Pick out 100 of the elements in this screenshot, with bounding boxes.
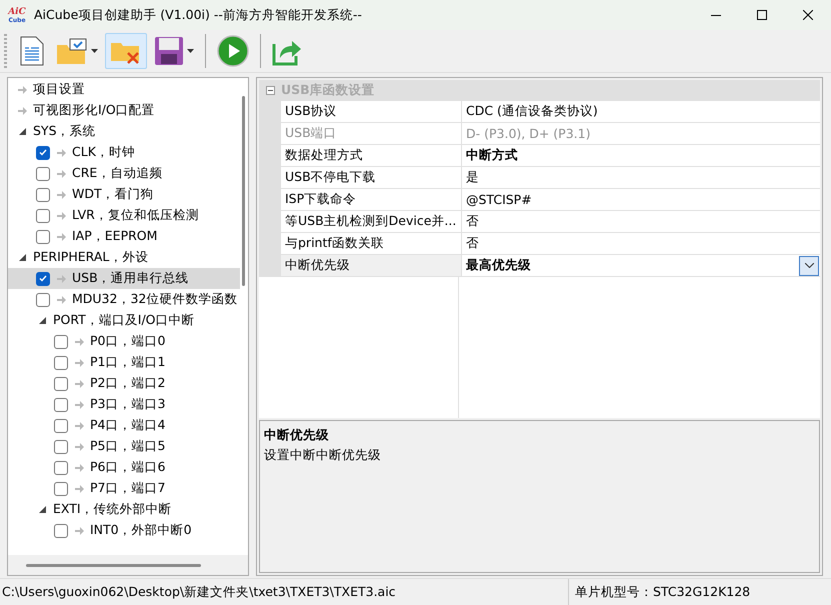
arrow-icon: [74, 380, 84, 388]
tree-item[interactable]: PERIPHERAL，外设: [8, 247, 240, 268]
checkbox[interactable]: [54, 376, 68, 390]
checkbox[interactable]: [36, 146, 50, 160]
property-name[interactable]: 与printf函数关联: [281, 233, 462, 255]
tree-item-label: PORT，端口及I/O口中断: [53, 312, 195, 329]
arrow-icon: [18, 86, 26, 94]
property-name[interactable]: USB协议: [281, 101, 462, 123]
property-value[interactable]: 最高优先级: [462, 255, 820, 277]
tree-item-label: P5口，端口5: [90, 438, 166, 455]
expanded-triangle-icon[interactable]: [38, 506, 46, 513]
tree-item[interactable]: SYS，系统: [8, 121, 240, 142]
arrow-icon: [74, 400, 84, 408]
tree-item[interactable]: EXTI，传统外部中断: [8, 499, 240, 520]
arrow-icon: [74, 422, 84, 430]
scrollbar-thumb[interactable]: [26, 564, 201, 566]
checkbox[interactable]: [36, 166, 50, 180]
tree-item-label: P4口，端口4: [90, 417, 166, 434]
tree-item-label: LVR，复位和低压检测: [72, 207, 199, 224]
tree-item[interactable]: P2口，端口2: [8, 373, 240, 394]
checkbox[interactable]: [36, 292, 50, 306]
property-value[interactable]: 是: [462, 167, 820, 189]
property-name[interactable]: 数据处理方式: [281, 145, 462, 167]
checkbox[interactable]: [36, 272, 50, 286]
tree-item[interactable]: USB，通用串行总线: [8, 268, 240, 289]
chip-model: 单片机型号：STC32G12K128: [568, 579, 831, 605]
tree-item-label: MDU32，32位硬件数学函数: [72, 291, 238, 308]
arrow-icon: [74, 358, 84, 366]
tree-item[interactable]: P4口，端口4: [8, 415, 240, 436]
tree-item[interactable]: P5口，端口5: [8, 436, 240, 457]
tree-item-label: SYS，系统: [33, 123, 96, 140]
arrow-icon: [74, 526, 84, 534]
chevron-down-icon: [804, 263, 814, 268]
arrow-icon: [56, 296, 66, 304]
checkbox[interactable]: [54, 482, 68, 496]
expanded-triangle-icon[interactable]: [18, 254, 26, 261]
tree-item[interactable]: 可视图形化I/O口配置: [8, 100, 240, 121]
arrow-icon: [56, 148, 66, 156]
checkbox[interactable]: [54, 440, 68, 454]
close-icon: [803, 10, 813, 20]
tree-item-label: USB，通用串行总线: [72, 270, 189, 287]
caret-icon: [91, 49, 98, 53]
checkbox[interactable]: [36, 188, 50, 202]
file-path: C:\Users\guoxin062\Desktop\新建文件夹\txet3\TXET3\TXET3.aic: [1, 584, 397, 600]
tree-item-label: WDT，看门狗: [72, 186, 154, 203]
property-value[interactable]: @STCISP#: [462, 189, 820, 211]
tree-item-label: 可视图形化I/O口配置: [33, 102, 155, 119]
tree-item[interactable]: WDT，看门狗: [8, 184, 240, 205]
tree-item[interactable]: P3口，端口3: [8, 394, 240, 415]
property-name[interactable]: ISP下载命令: [281, 189, 462, 211]
tree-item-label: INT0，外部中断0: [90, 522, 192, 539]
tree-item-label: P1口，端口1: [90, 354, 166, 371]
tree-item-label: PERIPHERAL，外设: [33, 249, 148, 266]
property-name[interactable]: 中断优先级: [281, 255, 462, 277]
scrollbar-thumb[interactable]: [242, 96, 245, 286]
document-icon: [20, 36, 44, 66]
checkbox[interactable]: [54, 334, 68, 348]
caret-icon: [187, 49, 194, 53]
play-icon: [217, 35, 249, 67]
property-name[interactable]: USB不停电下载: [281, 167, 462, 189]
expanded-triangle-icon[interactable]: [38, 317, 46, 324]
checkbox[interactable]: [36, 208, 50, 222]
tree-item[interactable]: MDU32，32位硬件数学函数: [8, 289, 240, 310]
checkbox[interactable]: [54, 418, 68, 432]
tree-item[interactable]: LVR，复位和低压检测: [8, 205, 240, 226]
tree-item-label: IAP，EEPROM: [72, 228, 158, 245]
tree-item[interactable]: IAP，EEPROM: [8, 226, 240, 247]
tree-item[interactable]: 项目设置: [8, 79, 240, 100]
minimize-icon: [711, 14, 721, 16]
checkbox[interactable]: [54, 356, 68, 370]
category-label: USB库函数设置: [281, 82, 375, 99]
dropdown-button[interactable]: [799, 256, 819, 276]
tree-item-label: P0口，端口0: [90, 333, 166, 350]
tree-item[interactable]: P7口，端口7: [8, 478, 240, 499]
property-value[interactable]: 否: [462, 233, 820, 255]
tree-item[interactable]: P1口，端口1: [8, 352, 240, 373]
property-value[interactable]: CDC (通信设备类协议): [462, 101, 820, 123]
checkbox[interactable]: [54, 524, 68, 538]
checkmark-icon: [39, 275, 47, 282]
description-text: 设置中断中断优先级: [264, 447, 382, 464]
collapse-icon[interactable]: [266, 86, 274, 95]
property-value[interactable]: 否: [462, 211, 820, 233]
tree-item[interactable]: CRE，自动追频: [8, 163, 240, 184]
tree-item[interactable]: P6口，端口6: [8, 457, 240, 478]
property-name[interactable]: 等USB主机检测到Device并...: [281, 211, 462, 233]
checkbox[interactable]: [54, 398, 68, 412]
tree-item-label: CRE，自动追频: [72, 165, 162, 182]
property-value[interactable]: 中断方式: [462, 145, 820, 167]
tree-item[interactable]: INT0，外部中断0: [8, 520, 240, 541]
tree-item[interactable]: CLK，时钟: [8, 142, 240, 163]
description-title: 中断优先级: [264, 427, 330, 444]
tree-item[interactable]: P0口，端口0: [8, 331, 240, 352]
checkbox[interactable]: [54, 460, 68, 474]
tree-item[interactable]: PORT，端口及I/O口中断: [8, 310, 240, 331]
tree-item-label: P7口，端口7: [90, 480, 166, 497]
checkbox[interactable]: [36, 230, 50, 244]
expanded-triangle-icon[interactable]: [18, 128, 26, 135]
window-title: AiCube项目创建助手 (V1.00i) --前海方舟智能开发系统--: [34, 6, 363, 24]
tree-item-label: P3口，端口3: [90, 396, 166, 413]
tree-item-label: CLK，时钟: [72, 144, 135, 161]
